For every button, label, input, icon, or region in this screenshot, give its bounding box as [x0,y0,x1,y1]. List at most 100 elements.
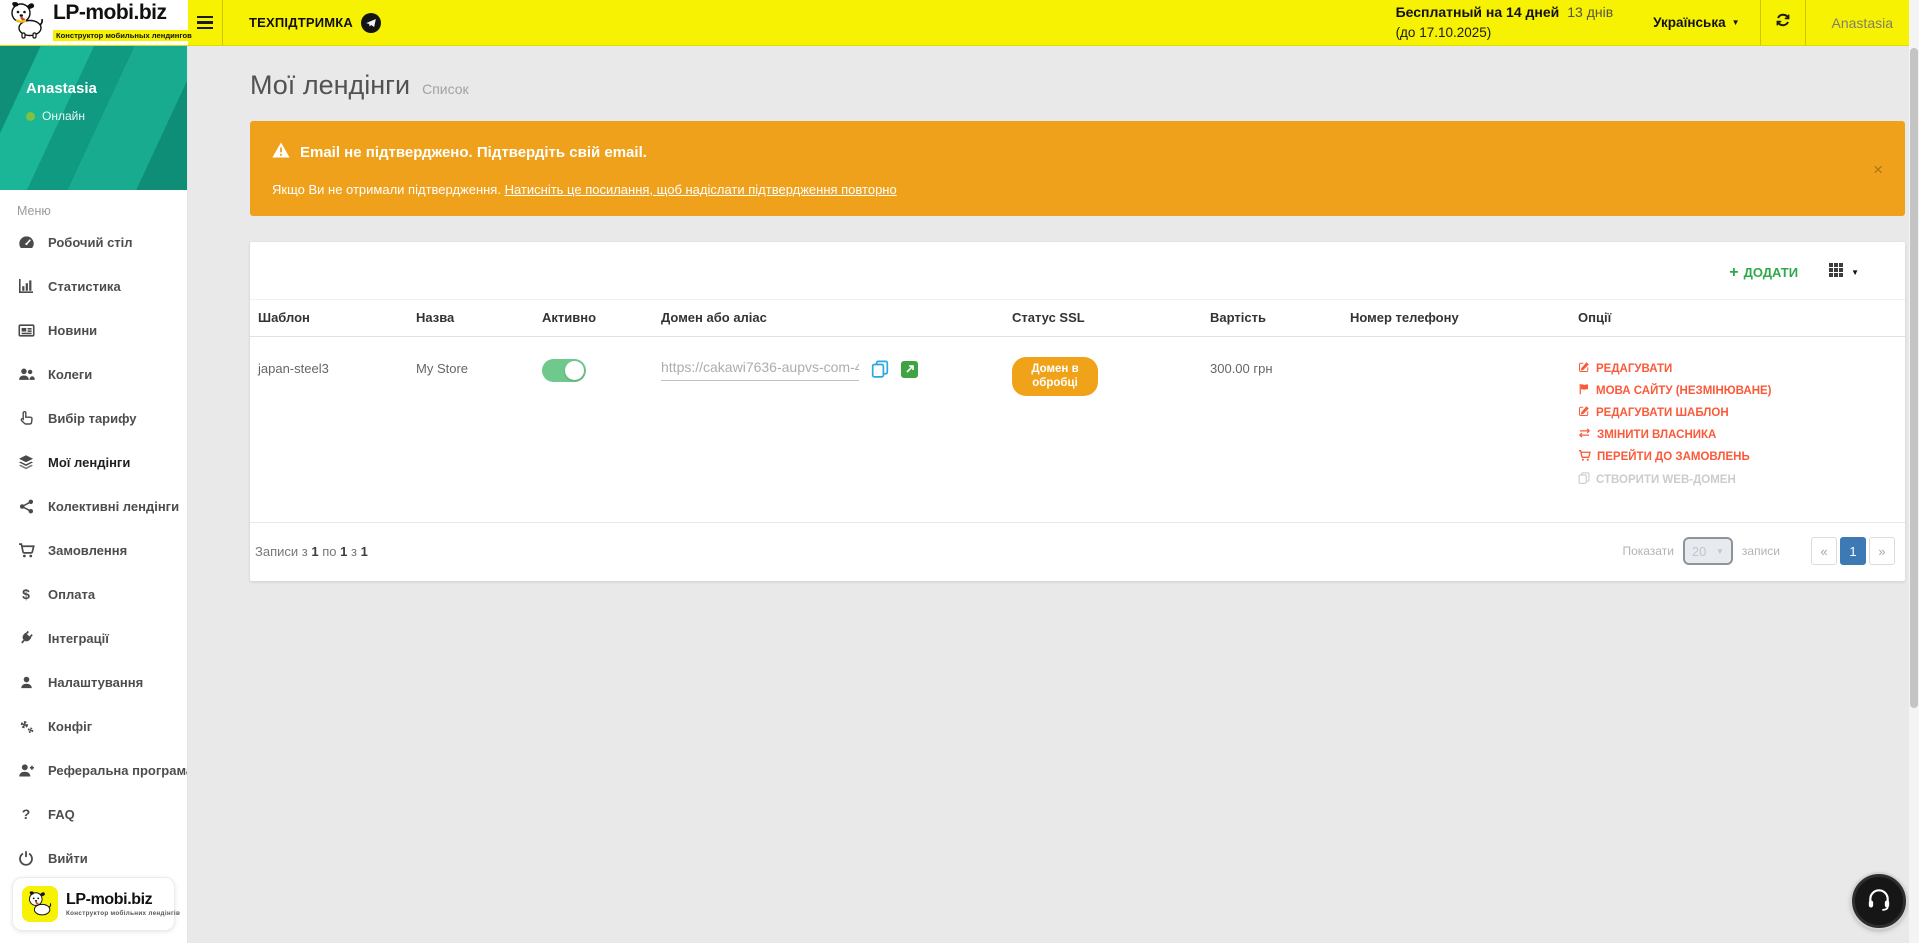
sidebar-item-dashboard[interactable]: Робочий стіл [0,220,187,264]
add-landing-button[interactable]: + ДОДАТИ [1729,265,1798,281]
user-icon [17,675,35,690]
next-page-button[interactable]: » [1869,537,1895,565]
page-size-select[interactable]: 20 ▼ [1683,537,1733,565]
warning-icon [272,142,290,162]
trial-info: Бесплатный на 14 дней13 днів (до 17.10.2… [1396,0,1614,45]
sidebar-item-orders[interactable]: Замовлення [0,528,187,572]
sidebar-item-integrations[interactable]: Інтеграції [0,616,187,660]
option-go-to-orders[interactable]: ПЕРЕЙТИ ДО ЗАМОВЛЕНЬ [1578,449,1897,465]
header-logo-title: LP-mobi.biz [53,2,195,24]
dashboard-icon [17,234,35,251]
plus-icon: + [1729,265,1738,281]
support-link[interactable]: ТЕХПІДТРИМКА [223,0,407,45]
sidebar-nav: Робочий стіл Статистика Новини Колеги Ви [0,220,187,867]
sidebar-item-my-landings[interactable]: Мої лендінги [0,440,187,484]
alert-title: Email не підтверджено. Підтвердіть свій … [300,144,647,161]
option-site-language[interactable]: МОВА САЙТУ (НЕЗМІНЮВАНЕ) [1578,383,1897,398]
view-options-dropdown[interactable]: ▼ [1828,262,1859,283]
sidebar-item-statistics[interactable]: Статистика [0,264,187,308]
grid-icon [1828,262,1844,283]
domain-input[interactable] [661,357,859,381]
sidebar-logo-title: LP-mobi.biz [66,891,180,909]
show-label: Показати [1622,544,1673,558]
resend-confirmation-link[interactable]: Натисніть це посилання, щоб надіслати пі… [505,182,897,197]
sidebar-item-label: Інтеграції [48,631,109,646]
sidebar-item-faq[interactable]: ? FAQ [0,792,187,836]
sidebar-item-label: Налаштування [48,675,143,690]
hamburger-icon[interactable] [188,0,222,45]
trial-plan: Бесплатный на 14 дней [1396,4,1560,20]
trial-days-left: 13 днів [1567,4,1613,20]
col-header-ssl: Статус SSL [1004,300,1202,337]
external-link-icon[interactable] [901,361,918,378]
active-toggle[interactable] [542,359,586,382]
sidebar-item-news[interactable]: Новини [0,308,187,352]
col-header-phone: Номер телефону [1342,300,1570,337]
option-create-web-domain[interactable]: СТВОРИТИ WEB-ДОМЕН [1578,472,1897,487]
option-change-owner[interactable]: ЗМІНИТИ ВЛАСНИКА [1578,427,1897,442]
menu-section-label: Меню [17,204,187,218]
records-summary: Записи з 1 по 1 з 1 [255,544,368,559]
sidebar-logo-subtitle: Конструктор мобільних лендінгів [66,910,180,917]
edit-icon [1578,405,1590,420]
col-header-template: Шаблон [250,300,408,337]
support-label: ТЕХПІДТРИМКА [249,15,353,30]
gears-icon [17,718,35,735]
sidebar-item-tariff[interactable]: Вибір тарифу [0,396,187,440]
cell-ssl-status: Домен в обробці [1004,337,1202,521]
records-label: записи [1742,544,1780,558]
page-button-1[interactable]: 1 [1840,537,1866,565]
sidebar-item-payment[interactable]: $ Оплата [0,572,187,616]
bar-chart-icon [17,278,35,294]
ssl-status-badge: Домен в обробці [1012,357,1098,396]
chat-widget-button[interactable] [1852,874,1906,928]
language-dropdown[interactable]: Українська ▼ [1633,0,1759,45]
sidebar-item-referral[interactable]: Реферальна програма [0,748,187,792]
cell-domain [653,337,1004,521]
scrollbar[interactable] [1909,0,1919,943]
cart-icon [17,542,35,559]
sidebar-item-label: Мої лендінги [48,455,130,470]
header-logo-subtitle: Конструктор мобильных лендингов [53,30,195,41]
language-flag-icon [1578,383,1590,398]
sidebar-logo[interactable]: LP-mobi.biz Конструктор мобільних лендін… [12,877,175,931]
sidebar-item-collective-landings[interactable]: Колективні лендінги [0,484,187,528]
add-button-label: ДОДАТИ [1744,265,1799,280]
sidebar-item-label: Новини [48,323,97,338]
refresh-button[interactable] [1761,0,1805,45]
dog-logo-icon [22,886,58,922]
power-icon [17,850,35,866]
header-logo[interactable]: LP-mobi.biz Конструктор мобильных лендин… [0,0,188,45]
sidebar-item-logout[interactable]: Вийти [0,836,187,867]
dog-logo-icon [7,0,47,45]
caret-down-icon: ▼ [1851,268,1859,277]
sidebar-item-label: FAQ [48,807,75,822]
scrollbar-thumb[interactable] [1910,48,1918,708]
header-logo-text: LP-mobi.biz Конструктор мобильных лендин… [53,2,195,42]
cell-phone [1342,337,1570,521]
option-edit-template[interactable]: РЕДАГУВАТИ ШАБЛОН [1578,405,1897,420]
newspaper-icon [17,322,35,339]
close-icon[interactable]: × [1873,161,1883,178]
user-menu[interactable]: Anastasia [1806,0,1919,45]
profile-name: Anastasia [26,80,187,97]
prev-page-button[interactable]: « [1811,537,1837,565]
sidebar-item-config[interactable]: Конфіг [0,704,187,748]
pagination: « 1 » [1811,537,1895,565]
sidebar-item-label: Колеги [48,367,92,382]
copy-icon[interactable] [871,360,889,378]
language-label: Українська [1653,15,1725,30]
sidebar-item-label: Оплата [48,587,95,602]
layers-icon [17,454,35,470]
option-edit[interactable]: РЕДАГУВАТИ [1578,361,1897,376]
cell-price: 300.00 грн [1202,337,1342,521]
clone-icon [1578,472,1590,487]
chevron-down-icon: ▼ [1732,18,1740,27]
page-subtitle: Список [422,81,469,97]
users-icon [17,366,35,383]
table-row: japan-steel3 My Store [250,337,1905,521]
sidebar-item-colleagues[interactable]: Колеги [0,352,187,396]
cell-active [534,337,653,521]
headset-icon [1866,886,1892,917]
sidebar-item-settings[interactable]: Налаштування [0,660,187,704]
